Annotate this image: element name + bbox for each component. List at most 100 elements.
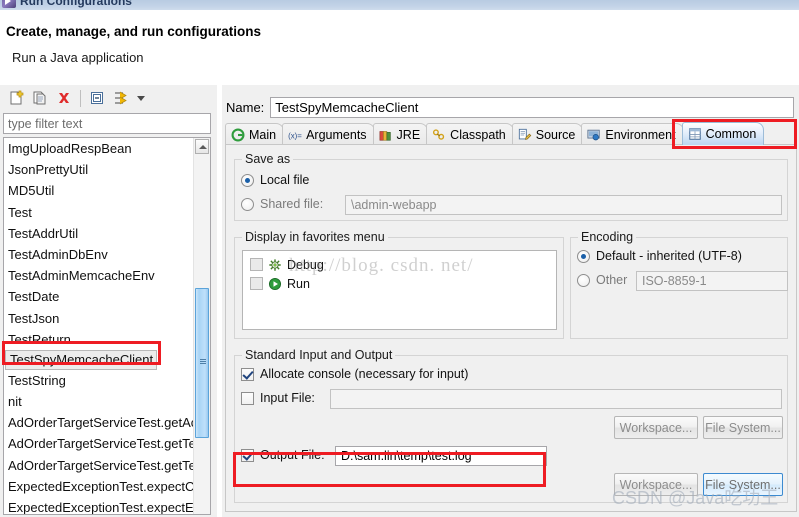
- tab-environment[interactable]: Environment: [581, 123, 684, 145]
- page-subtitle: Run a Java application: [12, 50, 144, 65]
- save-as-group: Save as Local file Shared file: \admin-w…: [234, 152, 788, 221]
- window-titlebar: Run Configurations: [0, 0, 799, 10]
- save-as-group-label: Save as: [242, 152, 294, 166]
- favorites-listbox[interactable]: Debug Run: [242, 250, 557, 330]
- configurations-list-item-selected[interactable]: TestSpyMemcacheClient: [5, 349, 157, 370]
- tab-arguments[interactable]: (x)= Arguments: [282, 123, 375, 145]
- configurations-list-item[interactable]: Test: [4, 202, 196, 223]
- tab-jre[interactable]: JRE: [372, 123, 429, 145]
- configurations-toolbar: [2, 85, 212, 111]
- configurations-list-item[interactable]: TestString: [4, 370, 196, 391]
- input-workspace-button[interactable]: Workspace...: [614, 416, 698, 439]
- tab-label: Classpath: [450, 127, 506, 142]
- configurations-list-item[interactable]: ExpectedExceptionTest.expectEx: [4, 497, 196, 514]
- configurations-list-item[interactable]: TestAddrUtil: [4, 223, 196, 244]
- configurations-list-item[interactable]: nit: [4, 391, 196, 412]
- encoding-group-label: Encoding: [578, 230, 637, 244]
- encoding-default-row[interactable]: Default - inherited (UTF-8): [577, 249, 742, 263]
- encoding-other-input[interactable]: ISO-8859-1: [636, 271, 788, 291]
- standard-io-group-label: Standard Input and Output: [242, 348, 396, 362]
- common-tab-panel: Save as Local file Shared file: \admin-w…: [225, 144, 797, 512]
- favorites-item-run[interactable]: Run: [243, 274, 556, 293]
- configurations-list-item[interactable]: TestDate: [4, 286, 196, 307]
- run-favorite-checkbox[interactable]: [250, 277, 263, 290]
- input-file-input[interactable]: [330, 389, 782, 409]
- input-file-checkbox[interactable]: [241, 391, 254, 405]
- chevron-down-icon[interactable]: [137, 95, 145, 101]
- configurations-list-item[interactable]: ImgUploadRespBean: [4, 138, 196, 159]
- configurations-list[interactable]: ImgUploadRespBean JsonPrettyUtil MD5Util Te…: [3, 137, 211, 515]
- scroll-up-arrow-icon[interactable]: [195, 139, 209, 154]
- encoding-group: Encoding Default - inherited (UTF-8) Oth…: [570, 230, 788, 339]
- delete-configuration-icon[interactable]: [53, 87, 75, 109]
- window-title: Run Configurations: [20, 0, 132, 8]
- local-file-label: Local file: [260, 173, 310, 187]
- output-file-input[interactable]: D:\sam.lin\temp\test.log: [335, 446, 547, 466]
- encoding-other-row[interactable]: Other: [577, 273, 627, 287]
- allocate-console-label: Allocate console (necessary for input): [260, 367, 469, 381]
- scrollbar-thumb[interactable]: [195, 288, 209, 438]
- encoding-other-radio[interactable]: [577, 273, 590, 287]
- configurations-list-item[interactable]: TestAdminMemcacheEnv: [4, 265, 196, 286]
- run-play-icon: [268, 277, 282, 291]
- configurations-list-scrollbar[interactable]: [193, 138, 210, 514]
- source-tab-icon: [518, 128, 532, 142]
- arguments-tab-icon: (x)=: [288, 128, 302, 142]
- search-input[interactable]: type filter text: [3, 113, 211, 134]
- output-filesystem-button[interactable]: File System...: [703, 473, 783, 496]
- output-file-row[interactable]: Output File:: [241, 448, 325, 462]
- output-file-checkbox[interactable]: [241, 448, 254, 462]
- configuration-name-label: Name:: [226, 100, 265, 115]
- debug-bug-icon: [268, 258, 282, 272]
- configurations-list-item[interactable]: AdOrderTargetServiceTest.getTe: [4, 455, 196, 476]
- shared-file-row[interactable]: Shared file:: [241, 197, 323, 211]
- environment-tab-icon: [587, 128, 601, 142]
- configuration-name-input[interactable]: TestSpyMemcacheClient: [270, 97, 794, 118]
- encoding-default-label: Default - inherited (UTF-8): [596, 249, 742, 263]
- tab-common[interactable]: Common: [681, 122, 765, 145]
- allocate-console-checkbox[interactable]: [241, 367, 254, 381]
- debug-favorite-checkbox[interactable]: [250, 258, 263, 271]
- common-tab-icon: [688, 127, 702, 141]
- svg-text:(x)=: (x)=: [288, 131, 302, 140]
- tab-classpath[interactable]: Classpath: [426, 123, 514, 145]
- configurations-list-item[interactable]: AdOrderTargetServiceTest.getAc: [4, 412, 196, 433]
- tab-label: Environment: [605, 127, 676, 142]
- configurations-list-item[interactable]: TestReturn: [4, 329, 196, 350]
- favorites-group-label: Display in favorites menu: [242, 230, 388, 244]
- output-workspace-button[interactable]: Workspace...: [614, 473, 698, 496]
- new-configuration-icon[interactable]: [5, 87, 27, 109]
- main-tab-icon: [231, 128, 245, 142]
- tab-label: Main: [249, 127, 277, 142]
- local-file-radio[interactable]: [241, 173, 254, 187]
- duplicate-configuration-icon[interactable]: [29, 87, 51, 109]
- local-file-row[interactable]: Local file: [241, 173, 309, 187]
- tab-main[interactable]: Main: [225, 123, 285, 145]
- encoding-default-radio[interactable]: [577, 249, 590, 263]
- configurations-list-item[interactable]: ExpectedExceptionTest.expectCo: [4, 476, 196, 497]
- favorites-group: Display in favorites menu Debug Run: [234, 230, 564, 339]
- favorites-item-debug[interactable]: Debug: [243, 255, 556, 274]
- tab-label: Common: [705, 127, 757, 141]
- configurations-list-item[interactable]: MD5Util: [4, 180, 196, 201]
- tab-source[interactable]: Source: [511, 123, 584, 145]
- configuration-tabs: Main (x)= Arguments JRE Classpath Source Envir…: [225, 122, 797, 145]
- configurations-list-item[interactable]: TestJson: [4, 308, 196, 329]
- page-title: Create, manage, and run configurations: [6, 24, 262, 39]
- allocate-console-row[interactable]: Allocate console (necessary for input): [241, 367, 468, 381]
- shared-file-radio[interactable]: [241, 197, 254, 211]
- classpath-tab-icon: [432, 128, 446, 142]
- configurations-list-item[interactable]: AdOrderTargetServiceTest.getTe: [4, 433, 196, 454]
- favorites-item-debug-label: Debug: [287, 257, 324, 272]
- shared-file-input[interactable]: \admin-webapp: [345, 195, 782, 215]
- dialog-header: Create, manage, and run configurations R…: [0, 10, 799, 84]
- favorites-item-run-label: Run: [287, 276, 310, 291]
- input-file-row[interactable]: Input File:: [241, 391, 315, 405]
- filter-icon[interactable]: [110, 87, 132, 109]
- tab-label: JRE: [396, 127, 421, 142]
- configurations-list-item[interactable]: JsonPrettyUtil: [4, 159, 196, 180]
- configurations-list-item[interactable]: TestAdminDbEnv: [4, 244, 196, 265]
- jre-tab-icon: [379, 128, 393, 142]
- input-filesystem-button[interactable]: File System...: [703, 416, 783, 439]
- collapse-all-icon[interactable]: [86, 87, 108, 109]
